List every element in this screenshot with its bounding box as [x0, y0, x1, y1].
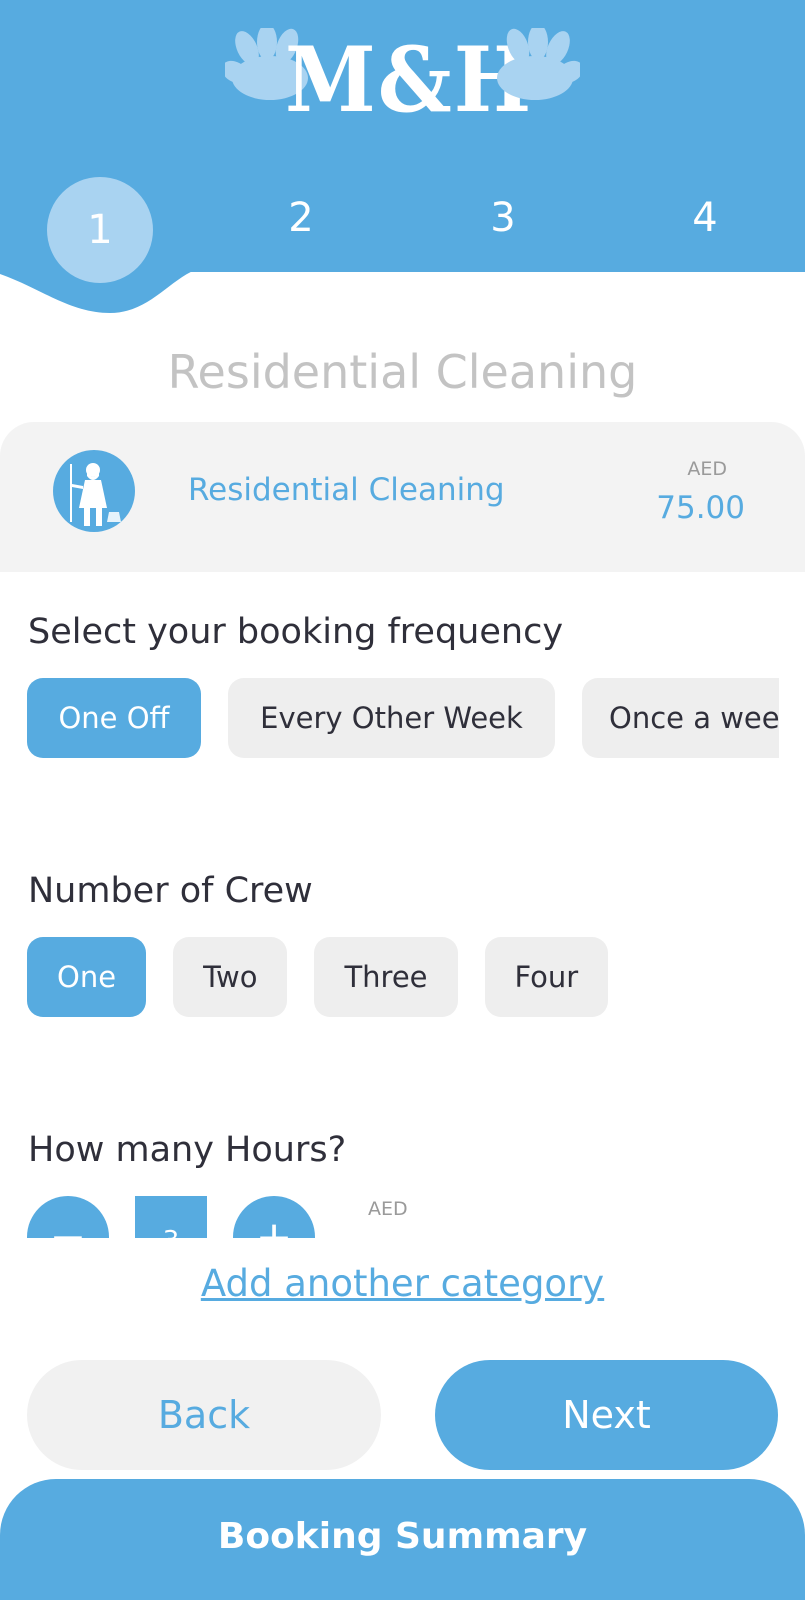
crew-options: One Two Three Four — [27, 937, 609, 1017]
service-card: Residential Cleaning AED 75.00 — [0, 422, 805, 572]
price-value: 75.00 — [656, 490, 745, 526]
step-3[interactable]: 3 — [450, 165, 556, 271]
crew-label: Number of Crew — [28, 871, 313, 911]
logo-text: M&H — [285, 27, 534, 133]
step-4[interactable]: 4 — [652, 165, 758, 271]
step-2[interactable]: 2 — [248, 165, 354, 271]
page-title: Residential Cleaning — [167, 345, 638, 399]
frequency-option-every-other-week[interactable]: Every Other Week — [228, 678, 555, 758]
frequency-option-once-a-week[interactable]: Once a week — [582, 678, 779, 758]
decrease-hours-button[interactable]: − — [27, 1196, 109, 1238]
booking-summary-bar[interactable]: Booking Summary — [0, 1479, 805, 1600]
crew-option-one[interactable]: One — [27, 937, 147, 1017]
service-name: Residential Cleaning — [188, 472, 505, 508]
cleaning-lady-icon — [53, 450, 135, 532]
hours-value: 3 — [135, 1196, 207, 1238]
minus-icon: − — [49, 1211, 87, 1239]
plus-icon: + — [255, 1211, 293, 1239]
back-button[interactable]: Back — [27, 1360, 381, 1470]
hours-currency: AED — [368, 1198, 408, 1220]
add-another-category-link[interactable]: Add another category — [0, 1262, 805, 1305]
frequency-options: One Off Every Other Week Once a week — [27, 678, 779, 758]
step-indicator: 1 2 3 4 — [0, 175, 805, 285]
price-currency: AED — [687, 458, 727, 480]
frequency-label: Select your booking frequency — [28, 612, 564, 652]
logo: M&H — [225, 20, 580, 133]
next-button[interactable]: Next — [435, 1360, 778, 1470]
hours-stepper: − 3 + AED — [0, 1188, 805, 1238]
crew-option-four[interactable]: Four — [484, 937, 609, 1017]
increase-hours-button[interactable]: + — [233, 1196, 315, 1238]
frequency-option-one-off[interactable]: One Off — [27, 678, 201, 758]
crew-option-two[interactable]: Two — [173, 937, 288, 1017]
wing-right-icon — [497, 28, 580, 100]
hours-label: How many Hours? — [28, 1130, 347, 1170]
crew-option-three[interactable]: Three — [314, 937, 458, 1017]
step-1[interactable]: 1 — [47, 177, 153, 283]
